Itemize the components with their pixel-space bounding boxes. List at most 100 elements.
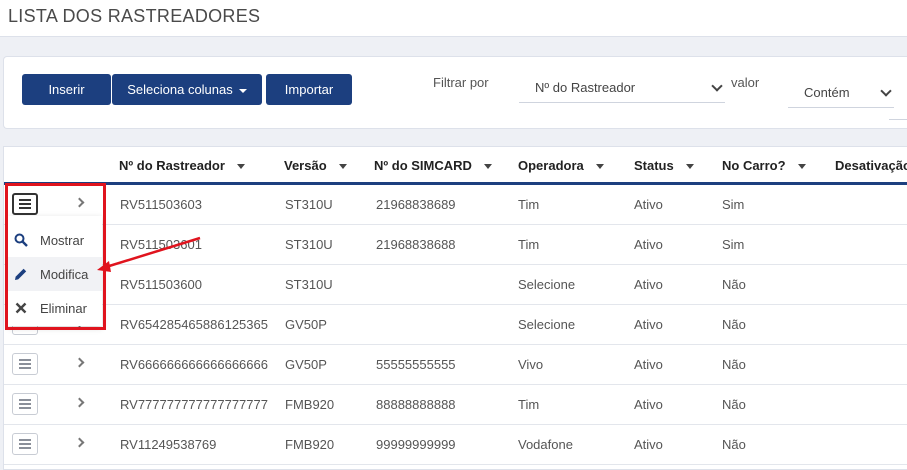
cell-operator: Vivo — [518, 357, 544, 372]
chevron-down-icon — [880, 85, 892, 97]
cell-simcard: 21968838689 — [376, 197, 456, 212]
cell-status: Ativo — [634, 437, 663, 452]
table-header: Nº do Rastreador Versão Nº do SIMCARD Op… — [4, 147, 907, 185]
chevron-down-icon — [711, 80, 723, 92]
import-button-label: Importar — [284, 82, 334, 97]
cell-status: Ativo — [634, 397, 663, 412]
hamburger-icon-bar — [19, 439, 31, 441]
row-menu-button[interactable] — [12, 353, 38, 375]
filter-toolbar: Inserir Seleciona colunas Importar Filtr… — [3, 56, 907, 129]
column-header-label: Status — [634, 158, 674, 173]
menu-item-show[interactable]: Mostrar — [8, 223, 102, 257]
column-header-version[interactable]: Versão — [284, 158, 347, 173]
row-menu-button[interactable] — [12, 193, 38, 215]
cell-in-car: Não — [722, 437, 746, 452]
sort-icon — [236, 164, 245, 170]
operator-select[interactable]: Contém — [788, 78, 894, 108]
hamburger-icon-bar — [19, 207, 31, 209]
chevron-right-icon[interactable] — [74, 357, 85, 368]
cell-version: FMB920 — [285, 437, 335, 452]
table-row[interactable]: RV511503601 ST310U 21968838688 Tim Ativo Sim — [4, 225, 907, 265]
cell-operator: Selecione — [518, 317, 576, 332]
insert-button-label: Inserir — [48, 82, 85, 97]
column-header-deactivation[interactable]: Desativação — [835, 158, 907, 173]
cell-version: ST310U — [285, 277, 333, 292]
hamburger-icon-bar — [19, 367, 31, 369]
column-header-label: Operadora — [518, 158, 584, 173]
select-columns-button[interactable]: Seleciona colunas — [112, 74, 262, 105]
insert-button[interactable]: Inserir — [22, 74, 111, 105]
cell-operator: Selecione — [518, 277, 576, 292]
cell-operator: Tim — [518, 237, 540, 252]
column-header-tracker[interactable]: Nº do Rastreador — [119, 158, 245, 173]
filter-label: Filtrar por — [433, 75, 489, 90]
close-icon — [15, 302, 27, 314]
cell-in-car: Não — [722, 317, 746, 332]
pencil-icon — [15, 268, 27, 280]
column-header-label: Nº do Rastreador — [119, 158, 225, 173]
menu-item-label: Mostrar — [40, 232, 85, 248]
operator-value: Contém — [804, 85, 850, 100]
table-row[interactable]: RV11249538769 FMB920 99999999999 Vodafone At… — [4, 425, 907, 465]
hamburger-icon-bar — [19, 327, 31, 329]
menu-item-modify[interactable]: Modifica — [8, 257, 102, 291]
hamburger-icon-bar — [19, 447, 31, 449]
cell-status: Ativo — [634, 357, 663, 372]
column-header-label: Desativação — [835, 158, 907, 173]
column-header-status[interactable]: Status — [634, 158, 694, 173]
value-input[interactable] — [889, 119, 907, 120]
column-header-in-car[interactable]: No Carro? — [722, 158, 806, 173]
table-row[interactable]: RV511503603 ST310U 21968838689 Tim Ativo Sim — [4, 185, 907, 225]
cell-tracker: RV666666666666666666 — [120, 357, 268, 372]
chevron-right-icon[interactable] — [74, 197, 85, 208]
filter-field-select[interactable]: Nº do Rastreador — [519, 73, 725, 103]
sort-icon — [595, 164, 604, 170]
hamburger-icon-bar — [19, 443, 31, 445]
filter-field-value: Nº do Rastreador — [535, 80, 636, 95]
hamburger-icon-bar — [19, 363, 31, 365]
select-columns-label: Seleciona colunas — [127, 82, 233, 97]
cell-version: GV50P — [285, 317, 327, 332]
row-menu-button[interactable] — [12, 433, 38, 455]
sort-icon — [483, 164, 492, 170]
cell-tracker: RV11249538769 — [120, 437, 217, 452]
hamburger-icon-bar — [19, 199, 31, 201]
cell-status: Ativo — [634, 197, 663, 212]
cell-tracker: RV777777777777777777 — [120, 397, 268, 412]
menu-item-label: Modifica — [40, 266, 89, 282]
table-row[interactable]: RV511503600 ST310U Selecione Ativo Não — [4, 265, 907, 305]
row-menu-button[interactable] — [12, 393, 38, 415]
cell-version: ST310U — [285, 197, 333, 212]
sort-icon — [797, 164, 806, 170]
sort-icon — [685, 164, 694, 170]
cell-in-car: Não — [722, 277, 746, 292]
cell-status: Ativo — [634, 277, 663, 292]
cell-tracker: RV511503603 — [120, 197, 202, 212]
table-row[interactable]: RV666666666666666666 GV50P 55555555555 Vivo… — [4, 345, 907, 385]
cell-simcard: 88888888888 — [376, 397, 456, 412]
menu-item-label: Eliminar — [40, 300, 87, 316]
hamburger-icon-bar — [19, 359, 31, 361]
search-icon — [14, 233, 28, 247]
column-header-simcard[interactable]: Nº do SIMCARD — [374, 158, 492, 173]
cell-operator: Vodafone — [518, 437, 573, 452]
cell-operator: Tim — [518, 397, 540, 412]
hamburger-icon-bar — [19, 407, 31, 409]
cell-tracker: RV511503601 — [120, 237, 202, 252]
chevron-right-icon[interactable] — [74, 397, 85, 408]
menu-item-delete[interactable]: Eliminar — [8, 291, 102, 325]
table-row[interactable]: RV777777777777777777 FMB920 88888888888 Tim… — [4, 385, 907, 425]
cell-simcard: 55555555555 — [376, 357, 456, 372]
trackers-table: Nº do Rastreador Versão Nº do SIMCARD Op… — [3, 146, 907, 470]
chevron-right-icon[interactable] — [74, 437, 85, 448]
table-row[interactable]: RV654285465886125365 GV50P Selecione Ativo N… — [4, 305, 907, 345]
hamburger-icon-bar — [19, 399, 31, 401]
cell-status: Ativo — [634, 237, 663, 252]
page-title: LISTA DOS RASTREADORES — [8, 6, 261, 26]
cell-in-car: Sim — [722, 197, 745, 212]
column-header-operator[interactable]: Operadora — [518, 158, 604, 173]
import-button[interactable]: Importar — [266, 74, 352, 105]
cell-in-car: Não — [722, 357, 746, 372]
row-actions-menu: Mostrar Modifica Eliminar — [8, 216, 102, 326]
cell-version: GV50P — [285, 357, 327, 372]
